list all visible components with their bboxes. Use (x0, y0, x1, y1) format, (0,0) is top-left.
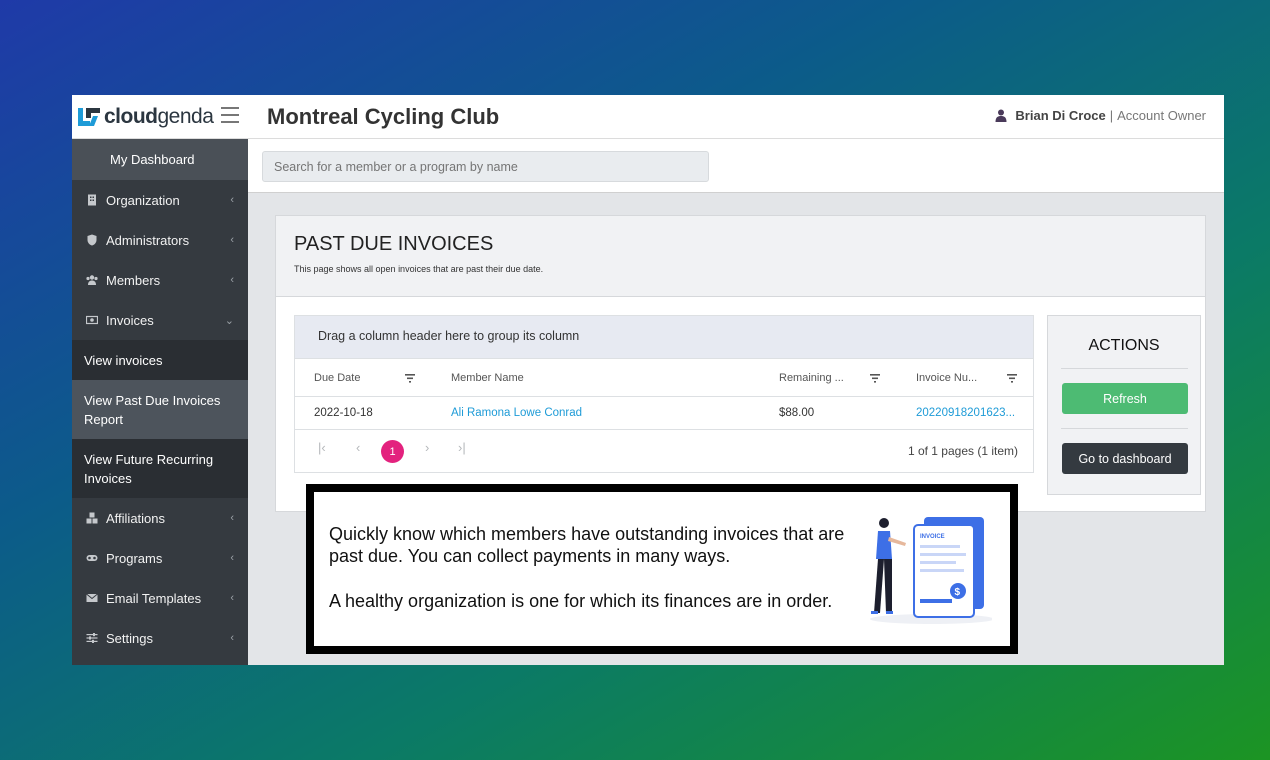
search-bar-area (248, 139, 1224, 193)
top-header: cloud genda Montreal Cycling Club Brian D… (72, 95, 1224, 139)
refresh-button[interactable]: Refresh (1062, 383, 1188, 414)
card-header: PAST DUE INVOICES This page shows all op… (276, 216, 1205, 297)
pager-summary: 1 of 1 pages (1 item) (907, 444, 1018, 458)
invoice-icon (86, 315, 98, 325)
actions-title: ACTIONS (1088, 337, 1160, 354)
user-role: Account Owner (1117, 108, 1206, 123)
sidebar-item-programs[interactable]: Programs ‹ (72, 538, 248, 578)
logo-text-cloud: cloud (104, 105, 158, 128)
invoice-illus-label: INVOICE (920, 534, 945, 540)
column-header-member-name[interactable]: Member Name (451, 359, 524, 396)
sidebar-item-members[interactable]: Members ‹ (72, 260, 248, 300)
cell-member-link[interactable]: Ali Ramona Lowe Conrad (451, 397, 582, 429)
menu-toggle-icon[interactable] (221, 107, 239, 123)
chevron-left-icon: ‹ (230, 512, 234, 524)
logo-text-genda: genda (157, 105, 214, 128)
user-separator: | (1109, 108, 1114, 123)
building-icon (88, 194, 96, 206)
sidebar-item-label: Administrators (106, 232, 190, 248)
sidebar-item-email-templates[interactable]: Email Templates ‹ (72, 578, 248, 618)
sidebar-item-label: Affiliations (106, 510, 166, 526)
user-menu[interactable]: Brian Di Croce | Account Owner (995, 108, 1206, 123)
chevron-left-icon: ‹ (230, 632, 234, 644)
actions-panel: ACTIONS Refresh Go to dashboard (1047, 315, 1201, 495)
page-title: Montreal Cycling Club (267, 104, 500, 129)
chevron-left-icon: ‹ (230, 274, 234, 286)
cell-due-date: 2022-10-18 (314, 407, 373, 419)
sidebar-item-label: Settings (106, 630, 153, 646)
column-header-remaining[interactable]: Remaining ... (779, 359, 844, 396)
divider (1061, 428, 1188, 429)
cell-remaining: $88.00 (779, 407, 815, 419)
first-page-icon[interactable]: |‹ (318, 440, 326, 455)
column-header-due-date[interactable]: Due Date (314, 359, 360, 396)
divider (1061, 368, 1188, 369)
sidebar: My Dashboard Organization ‹ Administrato… (72, 139, 248, 665)
svg-text:$: $ (955, 587, 961, 598)
invoices-grid: Drag a column header here to group its c… (294, 315, 1034, 473)
cloudgenda-logo-icon (78, 108, 100, 126)
filter-icon[interactable] (1007, 374, 1017, 383)
section-title: PAST DUE INVOICES (294, 233, 494, 255)
sidebar-subitem-label: View Past Due Invoices Report (84, 392, 221, 427)
filter-icon[interactable] (870, 374, 880, 383)
sidebar-subitem-future-recurring[interactable]: View Future Recurring Invoices (72, 439, 248, 498)
promo-text: Quickly know which members have outstand… (329, 523, 869, 612)
affiliations-icon (86, 512, 98, 524)
promo-line-2: A healthy organization is one for which … (329, 591, 833, 611)
sidebar-subitem-view-invoices[interactable]: View invoices (72, 340, 248, 380)
sidebar-item-organization[interactable]: Organization ‹ (72, 180, 248, 220)
shield-icon (87, 234, 97, 246)
chevron-left-icon: ‹ (230, 592, 234, 604)
user-name: Brian Di Croce (1015, 108, 1106, 123)
next-page-icon[interactable]: › (425, 440, 429, 455)
sidebar-subitem-past-due-report[interactable]: View Past Due Invoices Report (72, 380, 248, 439)
grid-header-row: Due Date Member Name Remaining ... Invoi… (295, 359, 1033, 397)
sidebar-item-affiliations[interactable]: Affiliations ‹ (72, 498, 248, 538)
promo-callout: Quickly know which members have outstand… (306, 484, 1018, 654)
prev-page-icon[interactable]: ‹ (356, 440, 360, 455)
chevron-left-icon: ‹ (230, 552, 234, 564)
promo-content: Quickly know which members have outstand… (314, 492, 1010, 646)
chevron-left-icon: ‹ (230, 194, 234, 206)
go-to-dashboard-button[interactable]: Go to dashboard (1062, 443, 1188, 474)
sidebar-subitem-label: View Future Recurring Invoices (84, 451, 214, 486)
promo-line-1: Quickly know which members have outstand… (329, 524, 845, 566)
sidebar-subitem-label: View invoices (84, 352, 163, 368)
sidebar-item-invoices[interactable]: Invoices ⌄ (72, 300, 248, 340)
invoice-illustration-icon: INVOICE $ (870, 517, 992, 624)
page-button-current[interactable]: 1 (381, 440, 404, 463)
table-row: 2022-10-18 Ali Ramona Lowe Conrad $88.00… (295, 397, 1033, 430)
sidebar-item-label: Organization (106, 192, 180, 208)
past-due-invoices-card: PAST DUE INVOICES This page shows all op… (275, 215, 1206, 512)
programs-icon (86, 555, 98, 561)
group-panel[interactable]: Drag a column header here to group its c… (295, 316, 1033, 359)
sidebar-item-label: Programs (106, 550, 163, 566)
cloudgenda-logo[interactable]: cloud genda (76, 103, 214, 131)
cell-invoice-link[interactable]: 20220918201623... (916, 397, 1015, 429)
last-page-icon[interactable]: ›| (458, 440, 466, 455)
chevron-down-icon: ⌄ (224, 315, 234, 327)
user-icon (995, 109, 1007, 122)
search-input[interactable] (262, 151, 709, 182)
section-subtitle: This page shows all open invoices that a… (294, 264, 544, 274)
chevron-left-icon: ‹ (230, 234, 234, 246)
filter-icon[interactable] (405, 374, 415, 383)
sidebar-item-dashboard[interactable]: My Dashboard (72, 139, 248, 180)
envelope-icon (86, 593, 98, 602)
sidebar-item-settings[interactable]: Settings ‹ (72, 618, 248, 658)
users-icon (86, 275, 98, 285)
sidebar-item-label: Email Templates (106, 590, 202, 606)
sidebar-item-administrators[interactable]: Administrators ‹ (72, 220, 248, 260)
sidebar-item-label: Members (106, 272, 161, 288)
sliders-icon (86, 633, 98, 643)
pager: |‹ ‹ 1 › ›| 1 of 1 pages (1 item) (295, 430, 1033, 472)
sidebar-item-label: Invoices (106, 312, 154, 328)
column-header-invoice-number[interactable]: Invoice Nu... (916, 359, 977, 396)
